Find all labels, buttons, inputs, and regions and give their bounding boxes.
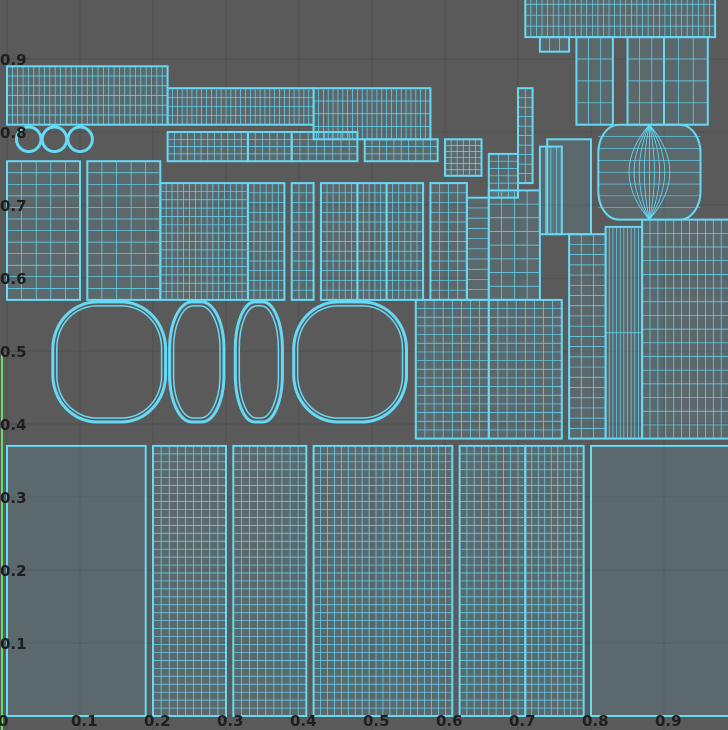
uv-shell-grid-mid-c[interactable] (290, 182, 315, 301)
uv-shell-frame-b[interactable] (232, 444, 308, 717)
uv-shell-panel-bottom-left[interactable] (6, 444, 147, 717)
u-tick-label: 0 (0, 712, 8, 730)
uv-shell-lens-shell[interactable] (597, 123, 702, 221)
v-tick-label: 0.9 (0, 51, 27, 69)
uv-shell-cluster-top-mid[interactable] (166, 87, 315, 126)
uv-shell-grid-mid-b[interactable] (246, 182, 286, 301)
v-tick-label: 0.2 (0, 562, 27, 580)
u-tick-label: 0.7 (509, 712, 536, 730)
uv-shell-cluster-top-left[interactable] (6, 65, 169, 126)
uv-shell-strip-tall-a[interactable] (568, 233, 607, 440)
v-tick-label: 0.6 (0, 270, 27, 288)
v-tick-label: 0.8 (0, 124, 27, 142)
uv-shell-ring-b[interactable] (168, 300, 226, 424)
uv-shell-strip-tall-b[interactable] (604, 225, 644, 440)
uv-shell-grid-mid-f[interactable] (385, 182, 425, 301)
uv-shell-ring-a[interactable] (51, 300, 168, 424)
uv-shell-grid-mid-g[interactable] (429, 182, 468, 301)
uv-editor-viewport[interactable]: 0 0.1 0.2 0.3 0.4 0.5 0.6 0.7 0.8 0.9 0.1 0.2 0.3 0.4… (0, 0, 728, 730)
u-tick-label: 0.8 (582, 712, 609, 730)
uv-shell-tile-mid-b[interactable] (517, 87, 534, 185)
v-tick-label: 0.7 (0, 197, 27, 215)
uv-shell-grid-mid-h[interactable] (465, 196, 490, 301)
uv-shell-tile-top-b[interactable] (626, 36, 665, 126)
shell-border (546, 138, 593, 236)
uv-shell-row-a[interactable] (166, 131, 249, 163)
uv-shell-grid-mid-e[interactable] (356, 182, 388, 301)
u-tick-label: 0.4 (290, 712, 317, 730)
v-tick-label: 0.5 (0, 343, 27, 361)
shell-outer-edge (233, 300, 284, 424)
shell-inner-edge (56, 305, 163, 419)
uv-shell-tile-top-a[interactable] (575, 36, 614, 126)
uv-shell-cluster-cc[interactable] (538, 36, 571, 53)
uv-shell-frame-e[interactable] (524, 444, 585, 717)
uv-shell-frame-a[interactable] (152, 444, 227, 717)
u-tick-label: 0.5 (363, 712, 390, 730)
uv-shell-row-b[interactable] (246, 131, 293, 163)
uv-shell-frame-small-b[interactable] (86, 160, 162, 301)
uv-shell-row-d[interactable] (363, 138, 439, 163)
u-tick-label: 0.6 (436, 712, 463, 730)
shell-inner-edge (296, 305, 404, 419)
uv-shell-cluster-top-mid2[interactable] (312, 87, 432, 141)
uv-shell-tile-top-c[interactable] (663, 36, 709, 126)
shell-border (6, 444, 147, 717)
shell-loop (40, 125, 69, 154)
shell-outer-edge (292, 300, 409, 424)
uv-shell-d-shell-b[interactable] (487, 298, 563, 440)
u-tick-label: 0.3 (217, 712, 244, 730)
uv-shell-frame-c[interactable] (312, 444, 454, 717)
shell-inner-edge (172, 305, 221, 419)
v-tick-label: 0.3 (0, 489, 27, 507)
uv-shell-grid-mid-a[interactable] (159, 182, 249, 301)
uv-shell-tile-mid-a[interactable] (487, 152, 519, 199)
uv-shell-grid-mid-i[interactable] (487, 189, 541, 301)
uv-shell-loops-left[interactable] (14, 125, 94, 154)
shell-outer-edge (51, 300, 168, 424)
uv-shell-frame-d[interactable] (458, 444, 527, 717)
shell-outer-edge (168, 300, 226, 424)
u-tick-label: 0.9 (655, 712, 682, 730)
shell-inner-edge (238, 305, 280, 419)
uv-shell-ring-c[interactable] (233, 300, 284, 424)
v-tick-label: 0.4 (0, 416, 27, 434)
u-tick-label: 0.2 (144, 712, 171, 730)
uv-shell-panel-bottom-right[interactable] (590, 444, 728, 717)
uv-shell-grid-right[interactable] (641, 218, 728, 440)
uv-shells[interactable] (6, 0, 728, 717)
uv-shell-rounded-tile[interactable] (546, 138, 593, 236)
uv-shell-cluster-top-right[interactable] (524, 0, 717, 39)
uv-shell-grid-mid-d[interactable] (319, 182, 359, 301)
uv-shell-row-e[interactable] (444, 138, 483, 177)
shell-border (538, 36, 571, 53)
uv-shell-d-shell-a[interactable] (414, 298, 490, 440)
v-tick-label: 0.1 (0, 635, 27, 653)
uv-canvas[interactable]: 0 0.1 0.2 0.3 0.4 0.5 0.6 0.7 0.8 0.9 0.1 0.2 0.3 0.4… (0, 0, 728, 730)
u-tick-label: 0.1 (71, 712, 98, 730)
uv-shell-ring-d[interactable] (292, 300, 409, 424)
shell-border (590, 444, 728, 717)
